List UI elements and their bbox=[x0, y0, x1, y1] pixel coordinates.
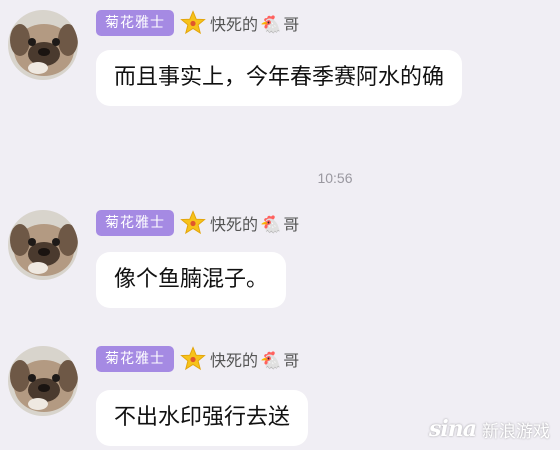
message-bubble[interactable]: 而且事实上，今年春季赛阿水的确 bbox=[96, 50, 463, 106]
watermark-text: 新浪游戏 bbox=[482, 421, 550, 442]
star-icon bbox=[180, 210, 206, 235]
rooster-icon: 🐔 bbox=[260, 215, 282, 235]
dog-avatar-icon bbox=[8, 10, 78, 80]
sender-title-badge: 菊花雅士 bbox=[96, 210, 174, 236]
avatar[interactable] bbox=[8, 346, 78, 416]
sender-name-prefix: 快死的 bbox=[210, 351, 259, 370]
rooster-icon: 🐔 bbox=[260, 15, 282, 35]
rooster-icon: 🐔 bbox=[260, 351, 282, 371]
sender-title-badge: 菊花雅士 bbox=[96, 10, 174, 36]
chat-message: 菊花雅士 快死的 🐔 哥 像个鱼腩混子。 bbox=[0, 208, 560, 318]
sender-name-suffix: 哥 bbox=[283, 351, 300, 370]
sender-name-prefix: 快死的 bbox=[210, 215, 259, 234]
sender-name-prefix: 快死的 bbox=[210, 15, 259, 34]
message-bubble[interactable]: 像个鱼腩混子。 bbox=[96, 252, 287, 308]
avatar[interactable] bbox=[8, 210, 78, 280]
sender-name[interactable]: 快死的 🐔 哥 bbox=[210, 11, 299, 35]
sender-name[interactable]: 快死的 🐔 哥 bbox=[210, 211, 299, 235]
message-bubble[interactable]: 不出水印强行去送 bbox=[96, 390, 309, 446]
avatar[interactable] bbox=[8, 10, 78, 80]
sender-title-badge: 菊花雅士 bbox=[96, 346, 174, 372]
sender-name-suffix: 哥 bbox=[283, 215, 300, 234]
sender-header: 菊花雅士 快死的 🐔 哥 bbox=[96, 344, 299, 374]
dog-avatar-icon bbox=[8, 346, 78, 416]
star-icon bbox=[180, 346, 206, 371]
chat-message: 菊花雅士 快死的 🐔 哥 而且事实上，今年春季赛阿水的确 bbox=[0, 8, 560, 118]
dog-avatar-icon bbox=[8, 210, 78, 280]
sender-header: 菊花雅士 快死的 🐔 哥 bbox=[96, 8, 299, 38]
sina-logo: sina bbox=[429, 416, 477, 442]
sina-games-watermark: sina 新浪游戏 bbox=[429, 416, 550, 442]
sender-header: 菊花雅士 快死的 🐔 哥 bbox=[96, 208, 299, 238]
sender-name-suffix: 哥 bbox=[283, 15, 300, 34]
sender-name[interactable]: 快死的 🐔 哥 bbox=[210, 347, 299, 371]
star-icon bbox=[180, 10, 206, 35]
message-timestamp: 10:56 bbox=[317, 170, 353, 186]
